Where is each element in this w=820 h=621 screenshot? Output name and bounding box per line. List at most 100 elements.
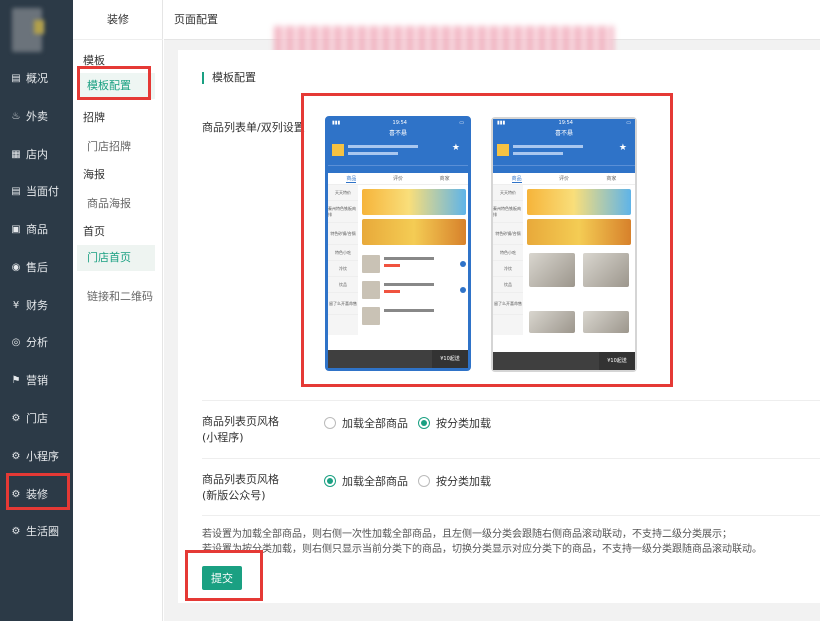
sidebar-item-takeout[interactable]: ♨ 外卖 xyxy=(0,100,73,132)
phone-category: 留了么开喜命售 xyxy=(493,293,523,315)
sidebar-item-products[interactable]: ▣ 商品 xyxy=(0,213,73,245)
phone-tabs: 商品 评价 商家 xyxy=(493,173,635,185)
phone-tab: 商家 xyxy=(606,176,617,182)
phone-tab: 评价 xyxy=(392,176,403,182)
sidebar-item-label: 售后 xyxy=(26,261,48,274)
sidebar-item-decoration[interactable]: ⚙ 装修 xyxy=(0,478,73,510)
phone-body: 天天特价 秦州特色铁板肉排 特色砂锅/合锅 特色小吃 冷饮 饮品 留了么开喜命售 xyxy=(328,185,468,335)
shop-info-line xyxy=(348,152,398,155)
product-row xyxy=(362,255,466,275)
help-note-line2: 若设置为按分类加载，则右侧只显示当前分类下的商品，切换分类显示对应分类下的商品，… xyxy=(202,544,762,555)
product-image xyxy=(529,311,575,333)
sidebar-item-facepay[interactable]: ▤ 当面付 xyxy=(0,175,73,207)
sidebar-item-overview[interactable]: ▤ 概况 xyxy=(0,62,73,94)
radio-circle[interactable] xyxy=(324,475,336,487)
sidebar-item-marketing[interactable]: ⚑ 营销 xyxy=(0,364,73,396)
phone-cart-min: ¥10起送 xyxy=(432,350,468,368)
app-root: ▤ 概况 ♨ 外卖 ▦ 店内 ▤ 当面付 ▣ 商品 ◉ 售后 ¥ 财务 ◎ 分析 xyxy=(0,0,820,621)
phone-time: 19:54 xyxy=(392,120,407,126)
phone-shop-info: ★ xyxy=(493,141,635,165)
radio-load-by-category[interactable]: 按分类加载 xyxy=(418,415,491,431)
product-title-line xyxy=(384,283,434,286)
template-double-column[interactable]: ▮▮▮ 19:54 ▭ 喜不悬 ★ 商品 评价 商家 天天特价 秦州特色铁板肉排… xyxy=(491,117,637,372)
phone-signal-icon: ▮▮▮ xyxy=(497,120,506,126)
subnav-item-template-config[interactable]: 模板配置 xyxy=(77,73,155,99)
shop-info-line xyxy=(513,152,563,155)
phone-category: 特色小吃 xyxy=(328,245,358,261)
subnav-group-template: 模板 xyxy=(83,54,105,67)
layout-setting-label: 商品列表单/双列设置 xyxy=(202,121,305,134)
product-image xyxy=(529,253,575,287)
add-icon xyxy=(460,287,466,293)
sidebar-item-label: 商品 xyxy=(26,223,48,236)
shop-logo xyxy=(332,144,344,156)
product-row xyxy=(362,281,466,301)
subnav-item-store-sign[interactable]: 门店招牌 xyxy=(87,138,131,154)
phone-status-bar: ▮▮▮ 19:54 ▭ xyxy=(493,119,635,127)
sub-sidebar: 装修 模板 模板配置 招牌 门店招牌 海报 商品海报 首页 门店首页 链接和二维… xyxy=(73,0,163,621)
avatar-badge xyxy=(34,20,44,34)
radio-circle[interactable] xyxy=(418,417,430,429)
divider xyxy=(202,458,820,459)
radio-circle[interactable] xyxy=(418,475,430,487)
sidebar-item-label: 当面付 xyxy=(26,185,59,198)
gear-icon: ⚙ xyxy=(11,450,21,462)
phone-category: 秦州特色铁板肉排 xyxy=(493,201,523,223)
phone-category: 天天特价 xyxy=(328,185,358,201)
divider xyxy=(202,400,820,401)
phone-signal-icon: ▮▮▮ xyxy=(332,120,341,126)
promo-banner xyxy=(527,189,631,215)
radio-load-by-category[interactable]: 按分类加载 xyxy=(418,473,491,489)
phone-cart-min: ¥10起送 xyxy=(599,352,635,370)
sidebar-item-analysis[interactable]: ◎ 分析 xyxy=(0,326,73,358)
gear-icon: ⚙ xyxy=(11,525,21,537)
sidebar-item-miniprogram[interactable]: ⚙ 小程序 xyxy=(0,440,73,472)
chart-icon: ▤ xyxy=(11,72,21,84)
sidebar-item-lifecircle[interactable]: ⚙ 生活圈 xyxy=(0,515,73,547)
submit-button[interactable]: 提交 xyxy=(202,566,242,590)
add-icon xyxy=(460,261,466,267)
radio-label: 加载全部商品 xyxy=(342,475,408,488)
sidebar-item-dinein[interactable]: ▦ 店内 xyxy=(0,138,73,170)
sidebar-item-aftersale[interactable]: ◉ 售后 xyxy=(0,251,73,283)
phone-category: 特色小吃 xyxy=(493,245,523,261)
phone-status-bar: ▮▮▮ 19:54 ▭ xyxy=(328,119,468,127)
phone-category: 饮品 xyxy=(328,277,358,293)
help-note-line1: 若设置为加载全部商品，则右侧一次性加载全部商品，且左侧一级分类会跟随右侧商品滚动… xyxy=(202,529,732,540)
main-sidebar: ▤ 概况 ♨ 外卖 ▦ 店内 ▤ 当面付 ▣ 商品 ◉ 售后 ¥ 财务 ◎ 分析 xyxy=(0,0,73,621)
star-icon: ★ xyxy=(618,143,627,153)
list-style-official-label: 商品列表页风格 (新版公众号) xyxy=(202,472,279,504)
gear-icon: ⚙ xyxy=(11,412,21,424)
subnav-item-store-home[interactable]: 门店首页 xyxy=(77,245,155,271)
phone-tab: 商品 xyxy=(511,175,522,183)
yen-icon: ¥ xyxy=(12,299,20,311)
subnav-item-product-poster[interactable]: 商品海报 xyxy=(87,195,131,211)
sidebar-item-store[interactable]: ⚙ 门店 xyxy=(0,402,73,434)
phone-category: 秦州特色铁板肉排 xyxy=(328,201,358,223)
product-price-line xyxy=(384,264,400,267)
product-title-line xyxy=(384,257,434,260)
phone-tab: 评价 xyxy=(558,176,569,182)
battery-icon: ▭ xyxy=(626,120,631,126)
radio-load-all[interactable]: 加载全部商品 xyxy=(324,473,408,489)
scooter-icon: ♨ xyxy=(11,110,21,122)
subnav-group-home: 首页 xyxy=(83,225,105,238)
radio-circle[interactable] xyxy=(324,417,336,429)
subnav-group-poster: 海报 xyxy=(83,168,105,181)
radio-load-all[interactable]: 加载全部商品 xyxy=(324,415,408,431)
analysis-icon: ◎ xyxy=(11,336,21,348)
subnav-item-links[interactable]: 链接和二维码 xyxy=(87,288,153,304)
sidebar-item-label: 概况 xyxy=(26,72,48,85)
phone-tab: 商家 xyxy=(439,176,450,182)
sidebar-item-finance[interactable]: ¥ 财务 xyxy=(0,289,73,321)
shop-info-line xyxy=(348,145,418,148)
template-single-column[interactable]: ▮▮▮ 19:54 ▭ 喜不悬 ★ 商品 评价 商家 天天特价 秦州特色铁板肉排… xyxy=(325,116,471,371)
sidebar-item-label: 营销 xyxy=(26,374,48,387)
divider xyxy=(202,515,820,516)
phone-category-list: 天天特价 秦州特色铁板肉排 特色砂锅/合锅 特色小吃 冷饮 饮品 留了么开喜命售 xyxy=(493,185,523,335)
product-image xyxy=(362,307,380,325)
list-style-miniprogram-label: 商品列表页风格 (小程序) xyxy=(202,414,279,446)
phone-header: 喜不悬 xyxy=(493,127,635,141)
radio-label: 按分类加载 xyxy=(436,475,491,488)
phone-notice xyxy=(328,165,468,173)
